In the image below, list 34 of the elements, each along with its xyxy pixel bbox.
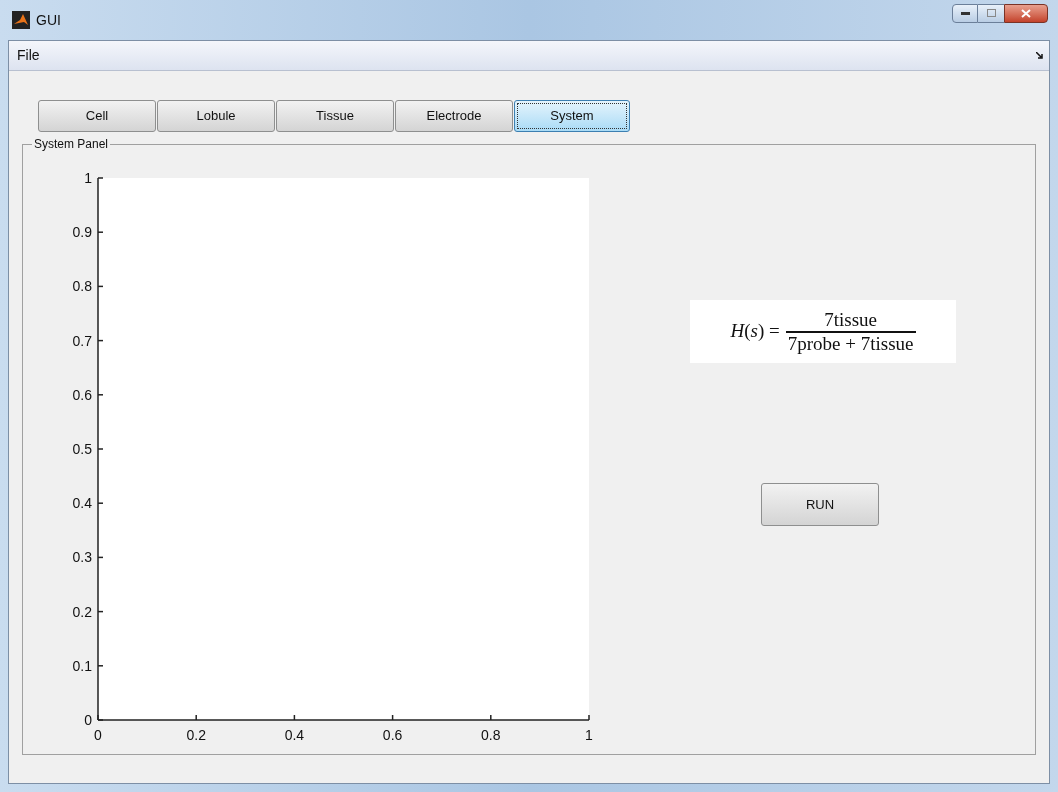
close-button[interactable]: [1004, 3, 1048, 23]
y-tick-label: 1: [84, 170, 92, 186]
window-title: GUI: [36, 10, 61, 30]
y-tick-label: 0.7: [72, 332, 92, 349]
y-tick-label: 0.4: [72, 495, 92, 512]
tab-button[interactable]: Cell: [38, 100, 156, 132]
maximize-icon: [986, 9, 996, 17]
minimize-button[interactable]: [952, 3, 978, 23]
x-tick-label: 0.6: [382, 727, 403, 743]
y-tick-label: 0.6: [72, 386, 92, 403]
minimize-icon: [960, 11, 970, 15]
tab-button[interactable]: Electrode: [395, 100, 513, 132]
y-tick-label: 0.5: [72, 441, 92, 457]
y-tick-label: 0.9: [72, 224, 92, 241]
menu-item[interactable]: File: [15, 45, 42, 66]
y-tick-label: 0.8: [72, 278, 92, 295]
x-tick-label: 0.2: [186, 727, 206, 743]
tab-button[interactable]: System: [514, 100, 630, 132]
y-tick-label: 0.3: [72, 549, 92, 566]
app-icon: [12, 11, 30, 29]
maximize-button[interactable]: [978, 3, 1004, 23]
x-tick-label: 0.4: [284, 727, 305, 743]
y-tick-label: 0: [84, 712, 92, 728]
x-tick-label: 0: [94, 727, 102, 743]
x-tick-label: 1: [585, 727, 593, 743]
tab-button[interactable]: Lobule: [157, 100, 275, 132]
y-tick-label: 0.1: [72, 657, 92, 674]
dock-arrow-icon[interactable]: [1036, 52, 1043, 59]
y-tick-label: 0.2: [72, 603, 92, 620]
close-icon: [1021, 8, 1031, 18]
x-tick-label: 0.8: [481, 727, 501, 743]
tab-button[interactable]: Tissue: [276, 100, 394, 132]
run-button[interactable]: RUN: [761, 483, 879, 526]
panel-title: System Panel: [32, 136, 111, 152]
